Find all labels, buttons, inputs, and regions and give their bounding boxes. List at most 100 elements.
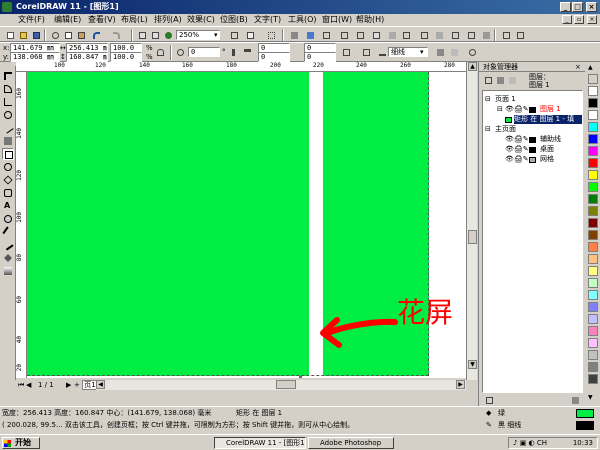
add-page-button[interactable]: + bbox=[74, 380, 80, 390]
undo-icon[interactable] bbox=[90, 29, 101, 40]
shape-icon[interactable] bbox=[514, 29, 525, 40]
palette-color-swatch[interactable] bbox=[588, 134, 598, 144]
delete-icon[interactable] bbox=[569, 394, 580, 405]
outline-tool-icon[interactable] bbox=[2, 239, 14, 251]
show-properties-icon[interactable] bbox=[494, 74, 505, 85]
palette-color-swatch[interactable] bbox=[588, 254, 598, 264]
palette-color-swatch[interactable] bbox=[588, 98, 598, 108]
scale-y-field[interactable]: 100.0 bbox=[110, 52, 142, 62]
menu-arrange[interactable]: 排列(A) bbox=[154, 15, 182, 25]
scroll-thumb[interactable] bbox=[276, 380, 296, 389]
palette-color-swatch[interactable] bbox=[588, 182, 598, 192]
palette-color-swatch[interactable] bbox=[588, 266, 598, 276]
crop-tool-icon[interactable] bbox=[2, 96, 14, 108]
doc-minimize-button[interactable]: _ bbox=[562, 15, 572, 24]
wrap-text-icon[interactable] bbox=[360, 46, 371, 57]
pick-tool-icon[interactable] bbox=[2, 70, 14, 82]
basic-shapes-tool-icon[interactable] bbox=[2, 187, 14, 199]
polygon-tool-icon[interactable] bbox=[2, 174, 14, 186]
rectangle-tool-icon[interactable] bbox=[2, 148, 14, 160]
tree-expander[interactable]: ⊟ bbox=[485, 125, 491, 134]
layer-visibility-icons[interactable]: 👁🖨✎ bbox=[505, 155, 529, 164]
tree-expander[interactable]: ⊟ bbox=[485, 95, 491, 104]
menu-text[interactable]: 文字(T) bbox=[254, 15, 281, 25]
palette-color-swatch[interactable] bbox=[588, 290, 598, 300]
break-apart-icon[interactable] bbox=[465, 29, 476, 40]
scroll-up-arrow[interactable]: ▲ bbox=[468, 62, 477, 71]
palette-none-swatch[interactable] bbox=[588, 74, 598, 84]
zoom-tool-icon[interactable] bbox=[2, 109, 14, 121]
full-screen-preview-icon[interactable] bbox=[228, 29, 239, 40]
palette-color-swatch[interactable] bbox=[588, 158, 598, 168]
interactive-blend-tool-icon[interactable] bbox=[2, 213, 14, 225]
docker-options-icon[interactable] bbox=[483, 394, 494, 405]
mirror-horizontal-icon[interactable] bbox=[229, 46, 240, 57]
next-page-button[interactable]: ▶ bbox=[66, 380, 71, 390]
eyedropper-tool-icon[interactable] bbox=[2, 226, 14, 238]
import-icon[interactable] bbox=[136, 29, 147, 40]
tree-expander[interactable]: ⊟ bbox=[497, 105, 503, 114]
to-back-icon[interactable] bbox=[448, 46, 459, 57]
smart-fill-tool-icon[interactable] bbox=[2, 135, 14, 147]
palette-color-swatch[interactable] bbox=[588, 242, 598, 252]
close-icon[interactable]: × bbox=[575, 63, 581, 71]
height-field[interactable]: 160.847 ㎜ bbox=[66, 52, 108, 62]
drawing-canvas[interactable] bbox=[27, 72, 467, 378]
palette-color-swatch[interactable] bbox=[588, 110, 598, 120]
palette-color-swatch[interactable] bbox=[588, 146, 598, 156]
text-tool-icon[interactable]: A bbox=[2, 200, 14, 212]
palette-color-swatch[interactable] bbox=[588, 374, 598, 384]
front-icon[interactable] bbox=[480, 29, 491, 40]
layer-manager-icon[interactable] bbox=[506, 74, 517, 85]
tray-icons[interactable]: ♪ ▣ ◐ CH bbox=[513, 439, 547, 447]
vertical-scrollbar[interactable]: ▲ ▼ bbox=[466, 62, 477, 380]
tree-page-1[interactable]: 页面 1 bbox=[495, 95, 516, 104]
combine-icon[interactable] bbox=[449, 29, 460, 40]
menu-help[interactable]: 帮助(H) bbox=[356, 15, 384, 25]
scroll-down-arrow[interactable]: ▼ bbox=[468, 360, 477, 369]
palette-color-swatch[interactable] bbox=[588, 326, 598, 336]
mirror-vertical-icon[interactable] bbox=[241, 46, 252, 57]
doc-close-button[interactable]: × bbox=[587, 15, 597, 24]
fill-tool-icon[interactable] bbox=[2, 252, 14, 264]
save-icon[interactable] bbox=[30, 29, 41, 40]
to-front-icon[interactable] bbox=[434, 46, 445, 57]
scroll-left-arrow[interactable]: ◀ bbox=[96, 380, 105, 389]
tree-guides-layer[interactable]: 辅助线 bbox=[540, 135, 561, 144]
palette-color-swatch[interactable] bbox=[588, 350, 598, 360]
snap-grid-icon[interactable] bbox=[265, 29, 276, 40]
tree-layer-1[interactable]: 图层 1 bbox=[540, 105, 561, 114]
open-icon[interactable] bbox=[17, 29, 28, 40]
green-rectangle-left[interactable] bbox=[27, 72, 309, 376]
menu-file[interactable]: 文件(F) bbox=[18, 15, 45, 25]
menu-layout[interactable]: 布局(L) bbox=[121, 15, 148, 25]
round-corners-together-icon[interactable] bbox=[340, 46, 351, 57]
chevron-down-icon[interactable]: ▾ bbox=[420, 47, 424, 57]
palette-scroll-down[interactable]: ▼ bbox=[588, 394, 593, 401]
convert-to-curves-icon[interactable] bbox=[466, 46, 477, 57]
layer-visibility-icons[interactable]: 👁🖨✎ bbox=[505, 135, 529, 144]
prev-page-button[interactable]: ◀ bbox=[26, 380, 31, 390]
horizontal-scrollbar[interactable]: ◀ ▶ bbox=[96, 380, 466, 390]
doc-restore-button[interactable]: ▫ bbox=[574, 15, 584, 24]
pen-icon[interactable] bbox=[500, 29, 511, 40]
paste-icon[interactable] bbox=[75, 29, 86, 40]
copy-icon[interactable] bbox=[62, 29, 73, 40]
menu-window[interactable]: 窗口(W) bbox=[322, 15, 352, 25]
options-icon[interactable] bbox=[320, 29, 331, 40]
welcome-icon[interactable] bbox=[304, 29, 315, 40]
layer-visibility-icons[interactable]: 👁🖨✎ bbox=[505, 105, 529, 114]
text-icon[interactable] bbox=[338, 29, 349, 40]
menu-tools[interactable]: 工具(O) bbox=[288, 15, 317, 25]
menu-view[interactable]: 查看(V) bbox=[88, 15, 116, 25]
shape-tool-icon[interactable] bbox=[2, 83, 14, 95]
scroll-right-arrow[interactable]: ▶ bbox=[456, 380, 465, 389]
close-button[interactable]: × bbox=[586, 2, 597, 12]
outline-color-swatch[interactable] bbox=[576, 421, 594, 430]
chevron-down-icon[interactable]: ▾ bbox=[214, 30, 218, 40]
palette-color-swatch[interactable] bbox=[588, 218, 598, 228]
palette-color-swatch[interactable] bbox=[588, 206, 598, 216]
palette-color-swatch[interactable] bbox=[588, 122, 598, 132]
export-icon[interactable] bbox=[149, 29, 160, 40]
tree-grid-layer[interactable]: 网格 bbox=[540, 155, 554, 164]
